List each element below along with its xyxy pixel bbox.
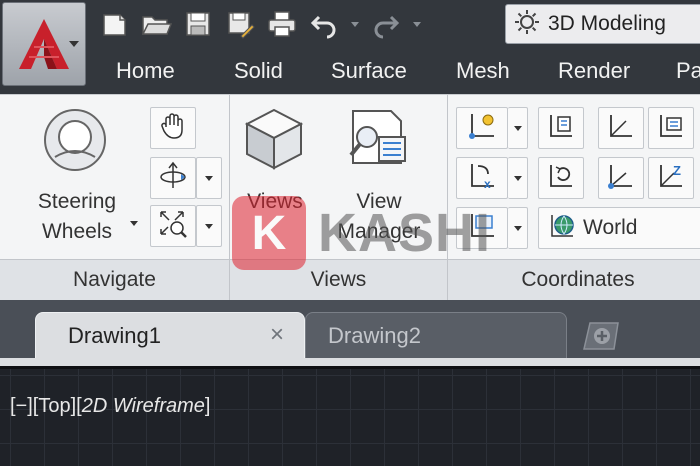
ucs-previous-button[interactable] — [538, 157, 584, 199]
viewport-controls-prefix: [−][Top][ — [10, 395, 82, 417]
orbit-icon — [157, 160, 189, 197]
tab-home[interactable]: Home — [116, 58, 175, 84]
ucs-origin-icon — [606, 161, 636, 196]
close-icon[interactable]: × — [270, 321, 284, 349]
ucs-object-button[interactable] — [648, 107, 694, 149]
viewport-controls[interactable]: [−][Top][2D Wireframe] — [10, 395, 210, 418]
view-manager-icon[interactable] — [342, 107, 412, 173]
pan-button[interactable] — [150, 107, 196, 149]
tab-solid[interactable]: Solid — [234, 58, 283, 84]
view-cube-icon[interactable] — [242, 105, 306, 173]
ucs-z-icon: Z — [656, 161, 686, 196]
visual-style-label: 2D Wireframe — [81, 395, 205, 417]
document-tab-bar: Drawing1 × Drawing2 — [0, 300, 700, 366]
navigate-panel-title: Navigate — [0, 259, 229, 301]
watermark-letter: K — [232, 196, 306, 270]
watermark-word: KASHI — [318, 203, 492, 263]
steering-wheel-icon[interactable] — [40, 107, 110, 173]
zoom-extents-icon — [157, 208, 189, 245]
orbit-button[interactable] — [150, 157, 196, 199]
save-icon[interactable] — [180, 6, 216, 42]
navigate-panel: Steering Wheels Navigate — [0, 95, 230, 301]
ucs-world-selector[interactable]: World — [538, 207, 700, 249]
new-file-icon[interactable] — [96, 6, 132, 42]
ucs-axis-icon — [606, 111, 636, 146]
ucs-light-icon — [466, 110, 498, 147]
zoom-button[interactable] — [150, 205, 196, 247]
open-folder-icon[interactable] — [138, 6, 174, 42]
ucs-named-button[interactable] — [456, 107, 508, 149]
tab-render[interactable]: Render — [558, 58, 630, 84]
ucs-object-icon — [656, 111, 686, 146]
chevron-down-icon[interactable] — [128, 217, 140, 229]
ribbon-tab-bar: Home Solid Surface Mesh Render Pa — [0, 48, 700, 94]
title-bar: 3D Modeling — [0, 0, 700, 48]
ucs-x-button[interactable]: x — [456, 157, 508, 199]
ucs-named-dropdown[interactable] — [508, 107, 528, 149]
redo-icon[interactable] — [368, 6, 404, 42]
document-tab-label: Drawing2 — [328, 323, 421, 348]
undo-icon[interactable] — [306, 6, 342, 42]
document-tab-drawing2[interactable]: Drawing2 — [305, 312, 567, 358]
undo-dropdown[interactable] — [348, 6, 362, 42]
application-menu-button[interactable] — [2, 2, 86, 86]
gear-icon — [512, 7, 542, 42]
ucs-world-label: World — [583, 216, 638, 239]
document-tab-strip — [0, 358, 700, 366]
quick-access-toolbar — [96, 4, 424, 44]
save-as-icon[interactable] — [222, 6, 258, 42]
workspace-switcher[interactable]: 3D Modeling — [505, 4, 700, 44]
ucs-view-dropdown[interactable] — [508, 207, 528, 249]
viewport-controls-suffix: ] — [204, 395, 211, 417]
kashi-watermark: K KASHI — [232, 196, 491, 270]
plus-icon — [580, 319, 622, 358]
drawing-canvas[interactable]: [−][Top][2D Wireframe] — [0, 366, 700, 466]
steering-wheels-label-1[interactable]: Steering — [22, 187, 132, 217]
tab-parametric[interactable]: Pa — [676, 58, 700, 84]
ucs-world-button[interactable] — [598, 107, 644, 149]
steering-wheels-label-2[interactable]: Wheels — [22, 217, 132, 247]
autocad-logo-icon — [15, 15, 73, 73]
svg-text:Z: Z — [673, 163, 681, 178]
hand-pan-icon — [158, 111, 188, 146]
ucs-z-button[interactable]: Z — [648, 157, 694, 199]
chevron-down-icon — [69, 41, 79, 47]
svg-text:x: x — [484, 177, 491, 191]
document-tab-label: Drawing1 — [68, 323, 161, 348]
ucs-origin-button[interactable] — [598, 157, 644, 199]
zoom-dropdown[interactable] — [196, 205, 222, 247]
tab-mesh[interactable]: Mesh — [456, 58, 510, 84]
ucs-settings-icon — [546, 111, 576, 146]
ucs-settings-button[interactable] — [538, 107, 584, 149]
redo-dropdown[interactable] — [410, 6, 424, 42]
ucs-x-dropdown[interactable] — [508, 157, 528, 199]
workspace-name: 3D Modeling — [548, 12, 666, 35]
ucs-x-icon: x — [466, 160, 498, 197]
document-tab-drawing1[interactable]: Drawing1 × — [35, 312, 305, 358]
print-icon[interactable] — [264, 6, 300, 42]
new-tab-button[interactable] — [580, 320, 622, 356]
ucs-previous-icon — [546, 161, 576, 196]
orbit-dropdown[interactable] — [196, 157, 222, 199]
tab-surface[interactable]: Surface — [331, 58, 407, 84]
ucs-globe-icon — [547, 211, 577, 246]
